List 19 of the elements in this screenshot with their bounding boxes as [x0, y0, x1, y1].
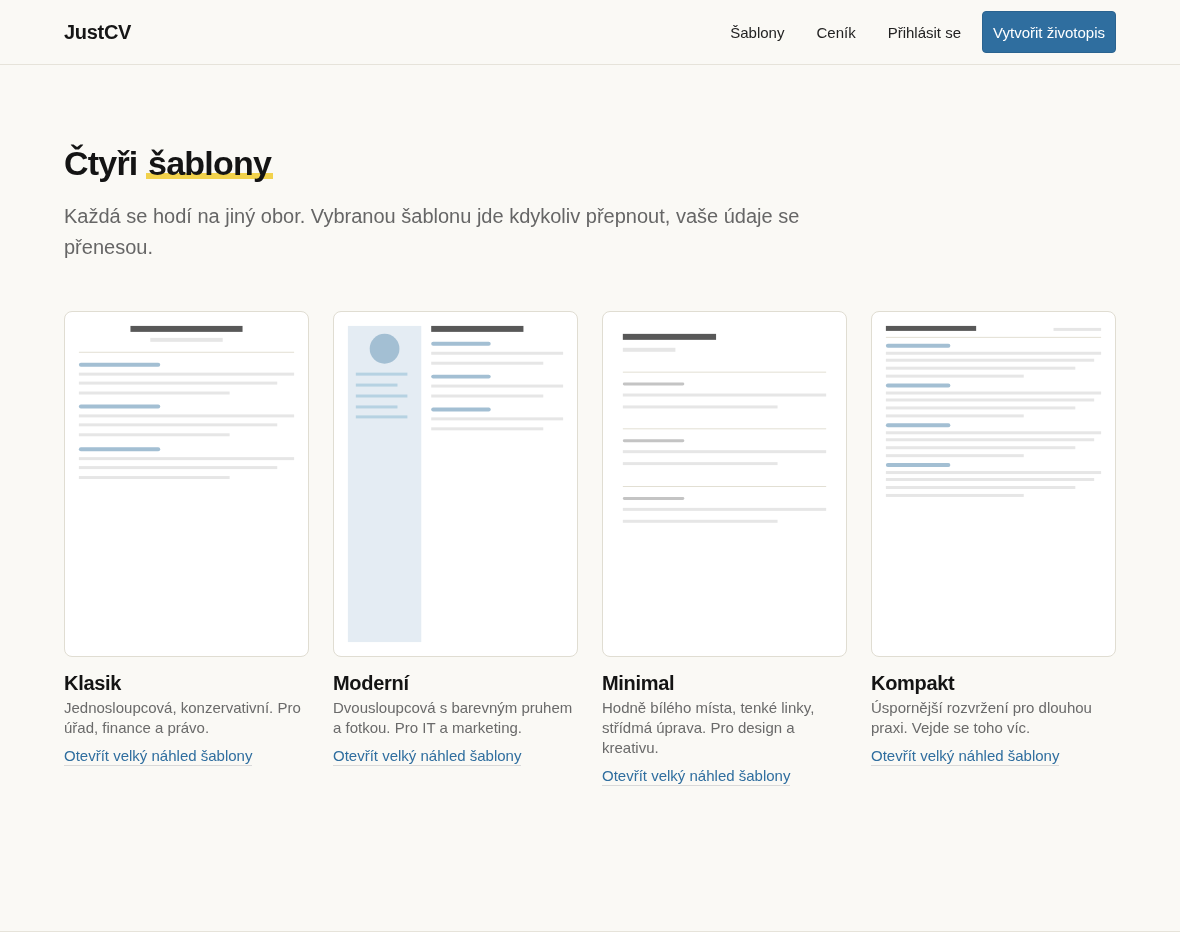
template-name: Klasik — [64, 671, 122, 696]
open-preview-link[interactable]: Otevřít velký náhled šablony — [871, 746, 1060, 766]
logo[interactable]: JustCV — [64, 20, 132, 44]
template-description: Hodně bílého místa, tenké linky, střídmá úprava. Pro design a kreativu. — [602, 698, 816, 758]
template-description: Úspornější rozvržení pro dlouhou praxi. Vejde se toho víc. — [871, 698, 1093, 738]
nav-link[interactable]: Ceník — [800, 15, 872, 49]
nav-link[interactable]: Přihlásit se — [871, 15, 977, 49]
page-heading: Čtyři šablony — [64, 143, 273, 183]
template-name: Moderní — [333, 671, 409, 696]
open-preview-link[interactable]: Otevřít velký náhled šablony — [333, 746, 522, 766]
nav-link[interactable]: Šablony — [714, 15, 801, 49]
create-cv-button[interactable]: Vytvořit životopis — [982, 11, 1116, 53]
template-description: Dvousloupcová s barevným pruhem a fotkou. Pro IT a marketing. — [333, 698, 574, 738]
template-name: Minimal — [602, 671, 675, 696]
template-name: Kompakt — [871, 671, 955, 696]
page-subtitle: Každá se hodí na jiný obor. Vybranou šablonu jde kdykoliv přepnout, vaše údaje se přenesou. — [64, 204, 801, 260]
open-preview-link[interactable]: Otevřít velký náhled šablony — [64, 746, 253, 766]
template-description: Jednosloupcová, konzervativní. Pro úřad, finance a právo. — [64, 698, 302, 738]
open-preview-link[interactable]: Otevřít velký náhled šablony — [602, 766, 791, 786]
